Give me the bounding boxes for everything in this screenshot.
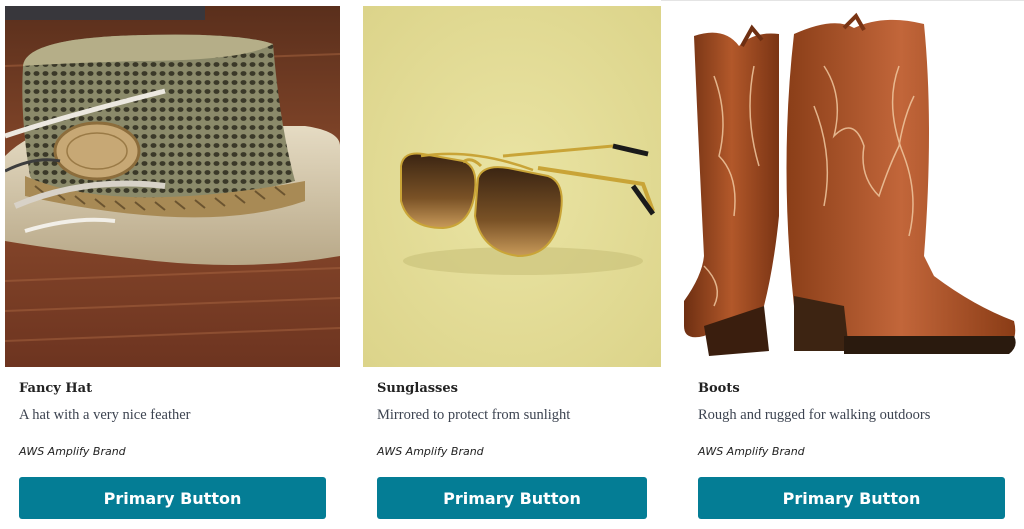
primary-button[interactable]: Primary Button — [698, 477, 1005, 519]
product-description: A hat with a very nice feather — [19, 407, 191, 423]
product-card-boots: Boots Rough and rugged for walking outdo… — [684, 0, 1019, 529]
product-description: Rough and rugged for walking outdoors — [698, 407, 931, 423]
product-brand: AWS Amplify Brand — [377, 445, 484, 458]
product-title: Sunglasses — [377, 381, 458, 396]
product-card-sunglasses: Sunglasses Mirrored to protect from sunl… — [363, 0, 661, 529]
primary-button[interactable]: Primary Button — [19, 477, 326, 519]
product-image-hat — [5, 6, 340, 367]
product-card-fancy-hat: Fancy Hat A hat with a very nice feather… — [5, 0, 340, 529]
product-grid: Fancy Hat A hat with a very nice feather… — [0, 0, 1024, 529]
product-brand: AWS Amplify Brand — [19, 445, 126, 458]
product-image-boots — [684, 6, 1019, 367]
product-title: Fancy Hat — [19, 381, 93, 396]
product-description: Mirrored to protect from sunlight — [377, 407, 571, 423]
primary-button[interactable]: Primary Button — [377, 477, 647, 519]
product-brand: AWS Amplify Brand — [698, 445, 805, 458]
product-image-sunglasses — [363, 6, 661, 367]
product-title: Boots — [698, 381, 740, 396]
